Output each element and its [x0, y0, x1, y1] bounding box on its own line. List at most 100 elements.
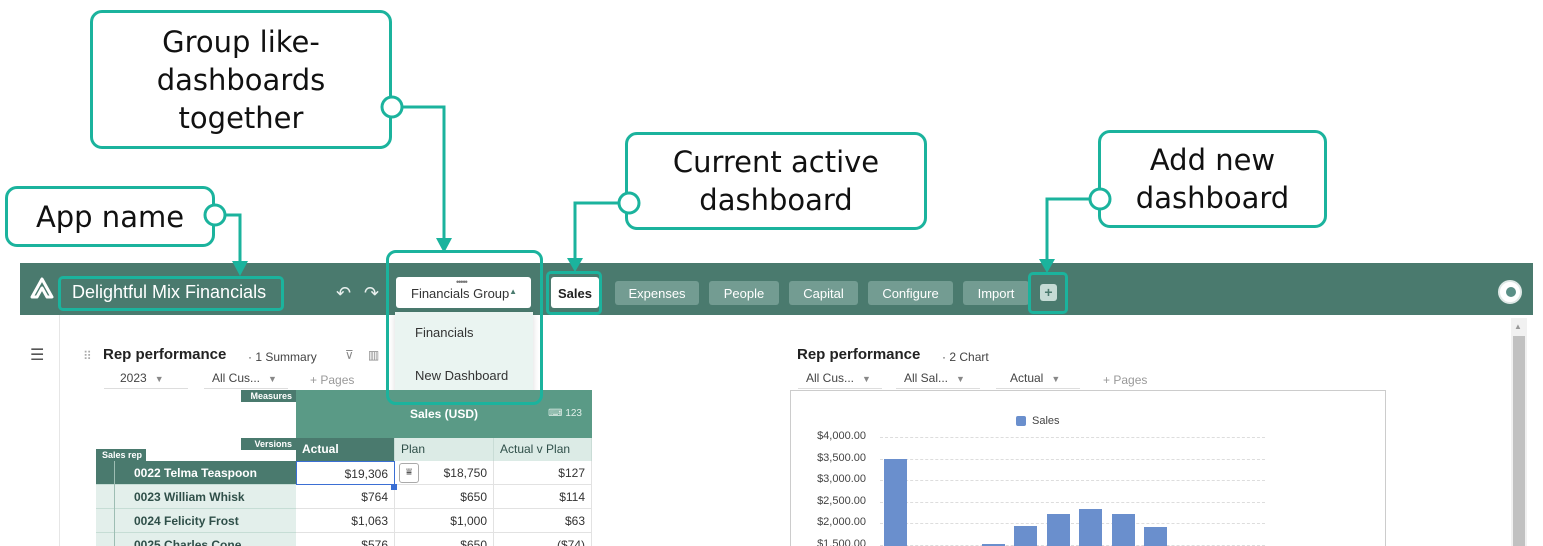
filter-customer-value: All Cus...	[212, 371, 261, 385]
cell-actual[interactable]: $19,306	[296, 461, 395, 485]
drag-handle-icon[interactable]: •••••	[456, 278, 468, 287]
cell-actual[interactable]: $576	[296, 533, 395, 546]
drag-grip-icon[interactable]: ⠿	[83, 349, 92, 363]
tab-people[interactable]: People	[709, 281, 779, 305]
filter-version[interactable]: Actual ▼	[996, 371, 1080, 389]
measure-header[interactable]: Sales (USD) ⌨ 123	[296, 390, 592, 438]
row-label[interactable]: 0022 Telma Teaspoon	[96, 461, 296, 485]
scrollbar[interactable]: ▲	[1511, 318, 1527, 546]
chart-card-subtitle: · 2 Chart	[942, 350, 989, 364]
cell-variance[interactable]: $63	[494, 509, 592, 533]
undo-icon[interactable]: ↶	[336, 283, 351, 304]
filter-value: All Cus...	[806, 371, 855, 385]
group-dropdown-menu: Financials New Dashboard	[395, 312, 533, 400]
cell-variance[interactable]: $127	[494, 461, 592, 485]
callout-app-name: App name	[5, 186, 215, 247]
tab-capital[interactable]: Capital	[789, 281, 858, 305]
filter-value: Actual	[1010, 371, 1044, 385]
add-dashboard-icon[interactable]: +	[1040, 284, 1057, 301]
filter-icon[interactable]: ⊽	[345, 348, 354, 362]
y-tick-label: $3,000.00	[817, 473, 866, 485]
dropdown-item-new-dashboard[interactable]: New Dashboard	[415, 368, 508, 383]
row-label[interactable]: 0025 Charles Cone	[96, 533, 296, 546]
anaplan-logo-icon	[30, 277, 54, 299]
scrollbar-thumb[interactable]	[1513, 336, 1525, 546]
contents-list-icon[interactable]: ☰	[30, 345, 44, 365]
row-label[interactable]: 0024 Felicity Frost	[96, 509, 296, 533]
row-label[interactable]: 0023 William Whisk	[96, 485, 296, 509]
y-tick-label: $2,500.00	[817, 494, 866, 507]
tab-configure[interactable]: Configure	[868, 281, 953, 305]
callout-add-dashboard: Add new dashboard	[1098, 130, 1327, 228]
chart-bar[interactable]	[1014, 526, 1037, 546]
app-bar: Delightful Mix Financials ↶ ↷ ••••• Fina…	[20, 263, 1533, 315]
column-header-variance[interactable]: Actual v Plan	[494, 438, 592, 461]
y-tick-label: $3,500.00	[817, 451, 866, 464]
measures-label: Measures	[241, 390, 296, 402]
filter-value: All Sal...	[904, 371, 949, 385]
add-pages-button[interactable]: + Pages	[1103, 373, 1147, 387]
dropdown-item-financials[interactable]: Financials	[415, 325, 474, 340]
table-row: 0023 William Whisk $764 $650 $114	[96, 485, 592, 509]
chart-subtitle-text: 2 Chart	[949, 350, 989, 364]
cell-options-icon[interactable]: ⩸	[399, 463, 419, 483]
table-row: 0025 Charles Cone $576 $650 ($74)	[96, 533, 592, 546]
chart-bar[interactable]	[1144, 527, 1167, 546]
app-name[interactable]: Delightful Mix Financials	[72, 282, 266, 303]
tab-import[interactable]: Import	[963, 281, 1029, 305]
keyboard-icon: ⌨ 123	[548, 408, 582, 419]
chart-bar[interactable]	[1046, 514, 1070, 546]
filter-customer[interactable]: All Cus... ▼	[204, 371, 288, 389]
fill-handle[interactable]	[391, 484, 397, 490]
table-row: 0024 Felicity Frost $1,063 $1,000 $63	[96, 509, 592, 533]
cell-plan[interactable]: $1,000	[395, 509, 494, 533]
chevron-down-icon: ▼	[1051, 374, 1061, 384]
cell-variance[interactable]: ($74)	[494, 533, 592, 546]
callout-current-dashboard: Current active dashboard	[625, 132, 927, 230]
y-tick-label: $4,000.00	[817, 430, 866, 442]
gridline	[880, 523, 1265, 524]
chevron-down-icon: ▼	[956, 374, 965, 384]
measure-name: Sales (USD)	[409, 407, 479, 421]
caret-up-icon: ▲	[509, 287, 517, 296]
summary-grid: Measures Versions Sales rep Sales (USD) …	[96, 390, 596, 546]
gridline	[880, 501, 1265, 503]
add-pages-button[interactable]: + Pages	[310, 373, 354, 387]
filter-sales-rep[interactable]: All Sal... ▼	[896, 371, 980, 389]
chart-bar[interactable]	[1111, 513, 1135, 546]
chart-options-icon[interactable]: ▥	[368, 348, 379, 362]
redo-icon[interactable]: ↷	[364, 283, 379, 304]
cell-actual[interactable]: $764	[296, 485, 395, 509]
chevron-down-icon: ▼	[862, 374, 871, 384]
summary-subtitle-text: 1 Summary	[255, 350, 317, 364]
scroll-up-icon[interactable]: ▲	[1514, 322, 1522, 331]
table-row: 0022 Telma Teaspoon $19,306 $18,750 $127	[96, 461, 592, 485]
summary-card-subtitle: · 1 Summary	[248, 350, 317, 364]
cell-variance[interactable]: $114	[494, 485, 592, 509]
avatar[interactable]	[1498, 280, 1522, 304]
y-tick-label: $1,500.00	[817, 537, 866, 546]
column-header-plan[interactable]: Plan	[395, 438, 494, 461]
cell-actual[interactable]: $1,063	[296, 509, 395, 533]
y-tick-label: $2,000.00	[817, 516, 866, 528]
tab-sales[interactable]: Sales	[551, 277, 599, 308]
column-header-actual[interactable]: Actual	[296, 438, 395, 461]
chart-bar[interactable]	[884, 458, 907, 546]
dashboard-group-tab[interactable]: ••••• Financials Group ▲	[396, 277, 531, 308]
summary-card-title: Rep performance	[103, 346, 227, 363]
callout-group: Group like-dashboards together	[90, 10, 392, 149]
chart-bar[interactable]	[1079, 508, 1102, 546]
gridline	[880, 544, 1265, 546]
gridline	[880, 480, 1265, 481]
gridline	[880, 458, 1265, 460]
legend-label: Sales	[1032, 415, 1060, 427]
cell-plan[interactable]: $650	[395, 533, 494, 546]
versions-label: Versions	[241, 438, 296, 450]
cell-plan[interactable]: $650	[395, 485, 494, 509]
gridline	[880, 437, 1265, 438]
filter-year[interactable]: 2023 ▼	[104, 371, 188, 389]
filter-customer-chart[interactable]: All Cus... ▼	[798, 371, 882, 389]
legend-swatch	[1016, 416, 1026, 426]
tab-expenses[interactable]: Expenses	[615, 281, 699, 305]
dimension-label: Sales rep	[96, 449, 146, 461]
